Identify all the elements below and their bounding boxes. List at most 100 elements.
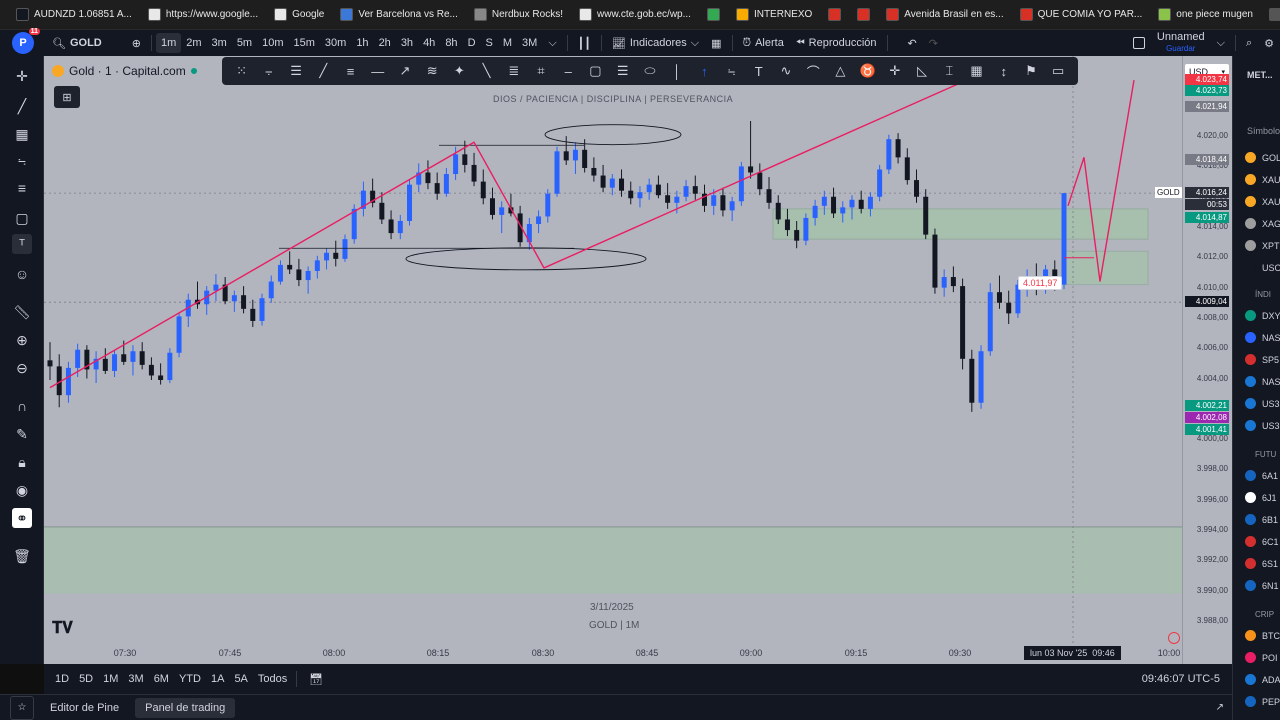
keep-drawing-tool[interactable]: ✎ <box>12 424 32 444</box>
timeframe-3h[interactable]: 3h <box>396 37 418 49</box>
timeframe-2m[interactable]: 2m <box>181 37 206 49</box>
timeframe-2h[interactable]: 2h <box>374 37 396 49</box>
watchlist-item[interactable]: BTC <box>1245 630 1280 641</box>
lock-drawings-tool[interactable]: 🔒︎ <box>12 452 32 472</box>
patterns-tool[interactable]: ⨫ <box>12 150 32 170</box>
range-5d[interactable]: 5D <box>74 673 98 685</box>
zoom-out-tool[interactable]: ⊖ <box>12 358 32 378</box>
parallel-icon[interactable]: ≣ <box>500 58 527 84</box>
layout-dropdown[interactable]: ⌵ <box>1211 30 1231 56</box>
chart-type-button[interactable]: ┃┃ <box>572 30 597 56</box>
price-range-icon[interactable]: ↕ <box>990 58 1017 84</box>
indicators-button[interactable]: 📈︎ Indicadores ⌵ <box>606 30 705 56</box>
timeframe-15m[interactable]: 15m <box>289 37 320 49</box>
bookmark-item[interactable]: Avenida Brasil en es... <box>878 0 1011 29</box>
pitchfork-icon[interactable]: ⌗ <box>527 58 554 84</box>
range-icon[interactable]: ⌶ <box>936 58 963 84</box>
price-scale[interactable]: USD ▾ 3.988,00 3.990,00 3.992,00 3.994,00 3.… <box>1155 56 1232 664</box>
bookmark-item[interactable]: AUDNZD 1.06851 A... <box>8 0 140 29</box>
bookmark-item[interactable]: INTERNEXO <box>728 0 820 29</box>
bookmark-item[interactable]: Ver Barcelona vs Re... <box>332 0 466 29</box>
diagonal-icon[interactable]: ╲ <box>473 58 500 84</box>
bookmark-item[interactable]: www.cte.gob.ec/wp... <box>571 0 699 29</box>
bookmark-item[interactable]: Descargar Musica d... <box>1261 0 1280 29</box>
hide-drawings-tool[interactable]: ◉ <box>12 480 32 500</box>
candlestick-chart[interactable]: 07:30 07:45 08:00 08:15 08:30 08:45 09:00 09:15… <box>44 56 1182 664</box>
timeframe-30m[interactable]: 30m <box>320 37 351 49</box>
bookmark-item[interactable]: one piece mugen <box>1150 0 1261 29</box>
bookmark-item[interactable]: https://www.google... <box>140 0 266 29</box>
timeframe-3M[interactable]: 3M <box>517 37 542 49</box>
crosshair-tool[interactable]: ✛ <box>12 66 32 86</box>
layout-checkbox[interactable] <box>1127 30 1151 56</box>
settings-button[interactable]: ⚙ <box>1258 30 1280 56</box>
horizontal-line-icon[interactable]: — <box>364 58 391 84</box>
tab-pine-editor[interactable]: Editor de Pine <box>40 698 129 718</box>
fib-tool[interactable]: ▦ <box>12 124 32 144</box>
dash-icon[interactable]: ‒ <box>555 58 582 84</box>
watchlist-item[interactable]: 6S1 <box>1245 558 1278 569</box>
rectangle-icon[interactable]: ▢ <box>582 58 609 84</box>
timeframe-1h[interactable]: 1h <box>351 37 373 49</box>
timeframe-4h[interactable]: 4h <box>418 37 440 49</box>
chart-pane[interactable]: 07:30 07:45 08:00 08:15 08:30 08:45 09:00 09:15… <box>44 56 1182 664</box>
watchlist-item[interactable]: XAU <box>1245 196 1280 207</box>
watchlist-item[interactable]: SP5 <box>1245 354 1279 365</box>
watchlist-item[interactable]: ADA <box>1245 674 1280 685</box>
replay-button[interactable]: ⏪︎ Reproducción <box>790 30 883 56</box>
trendline-tool[interactable]: ╱ <box>12 96 32 116</box>
note-icon[interactable]: ▭ <box>1045 58 1072 84</box>
ray-icon[interactable]: ↗ <box>391 58 418 84</box>
star-icon[interactable]: ✦ <box>446 58 473 84</box>
star-icon[interactable]: ☆ <box>10 695 34 720</box>
sync-drawings-tool[interactable]: ⚭ <box>12 508 32 528</box>
range-1m[interactable]: 1M <box>98 673 123 685</box>
watchlist-item[interactable]: XAG <box>1245 218 1280 229</box>
watchlist-item[interactable]: XPT <box>1245 240 1280 251</box>
timeframe-D[interactable]: D <box>463 37 481 49</box>
arrow-up-icon[interactable]: ↑ <box>691 58 718 84</box>
time-axis-settings-icon[interactable] <box>1168 632 1180 644</box>
bookmark-item[interactable] <box>820 0 849 29</box>
delete-drawings-tool[interactable]: 🗑︎ <box>12 546 32 566</box>
fib-icon[interactable]: ☰ <box>282 58 309 84</box>
watchlist-item[interactable]: US3 <box>1245 398 1280 409</box>
templates-button[interactable]: ▦ <box>705 30 727 56</box>
watchlist-item[interactable]: GOL <box>1245 152 1280 163</box>
flag-icon[interactable]: ⚑ <box>1017 58 1044 84</box>
list-icon[interactable]: ☰ <box>609 58 636 84</box>
bookmark-item[interactable]: QUE COMIA YO PAR... <box>1012 0 1151 29</box>
undo-button[interactable]: ↶ <box>902 30 923 56</box>
ellipse-icon[interactable]: ⬭ <box>636 58 663 84</box>
range-5a[interactable]: 5A <box>229 673 252 685</box>
watchlist-item[interactable]: 6N1 <box>1245 580 1279 591</box>
range-todos[interactable]: Todos <box>253 673 292 685</box>
range-3m[interactable]: 3M <box>123 673 148 685</box>
compare-plus-button[interactable]: ⊕ <box>126 30 147 56</box>
symbol-search[interactable]: 🔍︎ GOLD <box>46 30 108 56</box>
watchlist-item[interactable]: POI <box>1245 652 1278 663</box>
range-1d[interactable]: 1D <box>50 673 74 685</box>
watchlist-item[interactable]: NAS <box>1245 376 1280 387</box>
crosshair-icon[interactable]: ✛ <box>881 58 908 84</box>
watchlist-item[interactable]: XAU <box>1245 174 1280 185</box>
show-objects-button[interactable]: ⊞ <box>54 86 80 108</box>
timeframe-10m[interactable]: 10m <box>257 37 288 49</box>
channel-icon[interactable]: ≡ <box>337 58 364 84</box>
redo-button[interactable]: ↷ <box>923 30 944 56</box>
watchlist-item[interactable]: NAS <box>1245 332 1280 343</box>
text-icon[interactable]: T <box>745 58 772 84</box>
range-ytd[interactable]: YTD <box>174 673 206 685</box>
bookmark-item[interactable]: Google <box>266 0 332 29</box>
watchlist-item[interactable]: 6C1 <box>1245 536 1279 547</box>
user-avatar[interactable]: P 11 <box>12 28 40 54</box>
range-1a[interactable]: 1A <box>206 673 229 685</box>
range-6m[interactable]: 6M <box>149 673 174 685</box>
bookmark-item[interactable] <box>849 0 878 29</box>
watchlist-item[interactable]: US3 <box>1245 420 1280 431</box>
forecast-tool[interactable]: ≡ <box>12 178 32 198</box>
icons-tool[interactable]: ☺ <box>12 264 32 284</box>
watchlist-item[interactable]: 6B1 <box>1245 514 1278 525</box>
zoom-in-tool[interactable]: ⊕ <box>12 330 32 350</box>
timeframe-5m[interactable]: 5m <box>232 37 257 49</box>
